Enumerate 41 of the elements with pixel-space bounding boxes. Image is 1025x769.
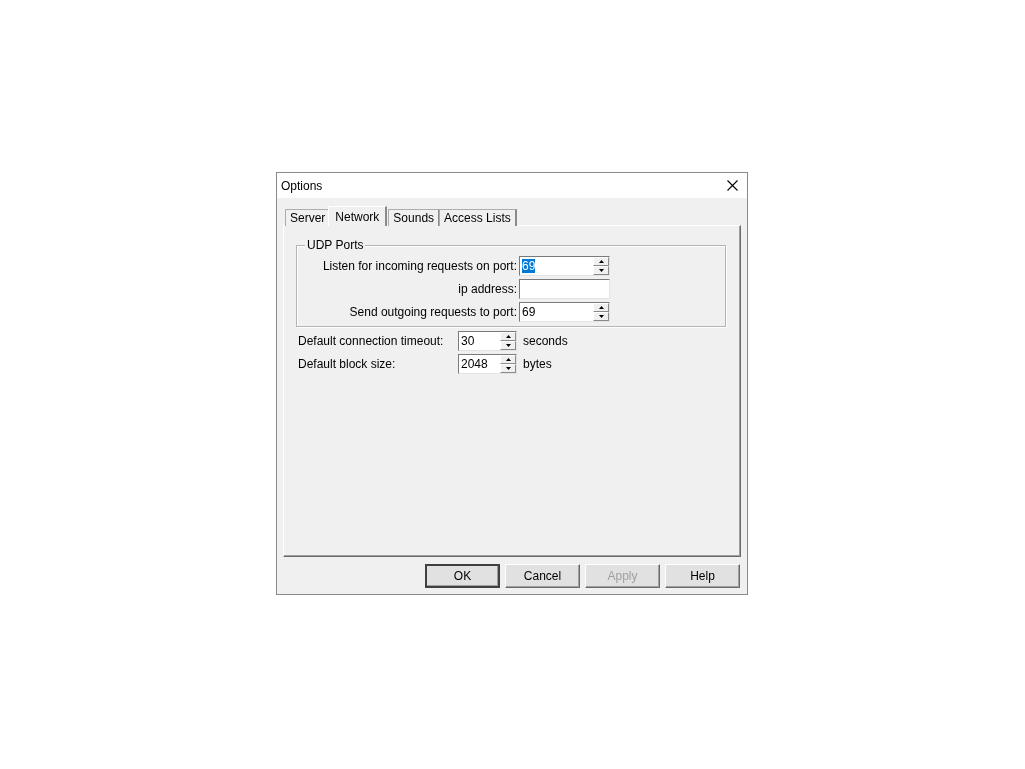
selected-text: 69 bbox=[522, 259, 536, 273]
dialog-button[interactable]: Help bbox=[665, 564, 740, 588]
up-arrow-icon bbox=[598, 260, 604, 263]
close-icon bbox=[726, 180, 738, 191]
spin-up-button[interactable] bbox=[593, 257, 609, 266]
field-value: 2048 bbox=[461, 357, 488, 371]
tab[interactable]: Network bbox=[328, 206, 388, 226]
unit-label: bytes bbox=[523, 356, 553, 373]
field-label: Default block size: bbox=[298, 356, 397, 373]
up-arrow-icon bbox=[505, 335, 511, 338]
spin-down-button[interactable] bbox=[593, 266, 609, 275]
up-arrow-icon bbox=[598, 306, 604, 309]
spin-down-button[interactable] bbox=[500, 364, 516, 373]
down-arrow-icon bbox=[505, 344, 511, 347]
down-arrow-icon bbox=[598, 315, 604, 318]
spin-field[interactable]: 69 bbox=[519, 256, 610, 276]
input-field[interactable] bbox=[519, 279, 610, 299]
spin-down-button[interactable] bbox=[593, 312, 609, 321]
field-value: 30 bbox=[461, 334, 475, 348]
down-arrow-icon bbox=[505, 367, 511, 370]
group-title: UDP Ports bbox=[305, 238, 366, 252]
spin-up-button[interactable] bbox=[500, 355, 516, 364]
spin-up-button[interactable] bbox=[593, 303, 609, 312]
field-label: ip address: bbox=[457, 281, 517, 298]
dialog-button[interactable]: OK bbox=[425, 564, 500, 588]
field-label: Default connection timeout: bbox=[298, 333, 445, 350]
field-label: Listen for incoming requests on port: bbox=[321, 258, 517, 275]
spin-field[interactable]: 2048 bbox=[458, 354, 517, 374]
tab[interactable]: Sounds bbox=[388, 209, 441, 226]
field-value: 69 bbox=[522, 305, 536, 319]
down-arrow-icon bbox=[598, 269, 604, 272]
window-title: Options bbox=[281, 178, 323, 193]
spin-up-button[interactable] bbox=[500, 332, 516, 341]
field-label: Send outgoing requests to port: bbox=[348, 304, 517, 321]
tab[interactable]: Access Lists bbox=[439, 209, 517, 226]
spin-field[interactable]: 69 bbox=[519, 302, 610, 322]
unit-label: seconds bbox=[523, 333, 569, 350]
dialog-button[interactable]: Cancel bbox=[505, 564, 580, 588]
up-arrow-icon bbox=[505, 358, 511, 361]
spin-field[interactable]: 30 bbox=[458, 331, 517, 351]
spin-down-button[interactable] bbox=[500, 341, 516, 350]
